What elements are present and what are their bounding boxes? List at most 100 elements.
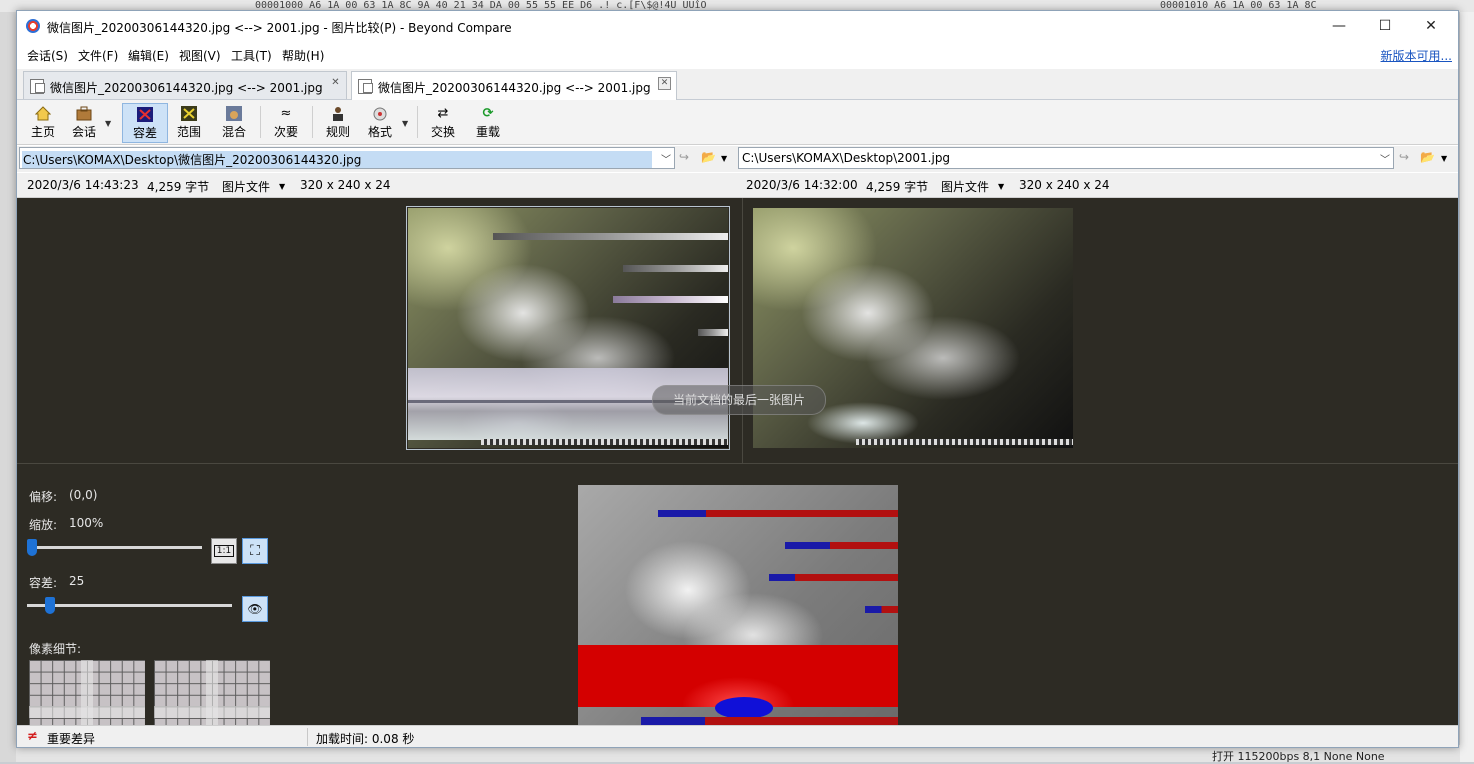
next-label: 次要 — [273, 125, 298, 139]
background-right-strip — [1460, 12, 1474, 762]
rules-label: 规则 — [325, 125, 350, 139]
toolbar-separator — [260, 106, 261, 138]
left-path-text: C:\Users\KOMAX\Desktop\微信图片_202003061443… — [22, 151, 652, 168]
left-file-type[interactable]: 图片文件 — [222, 178, 270, 195]
left-file-date: 2020/3/6 14:43:23 — [27, 178, 139, 192]
horizontal-splitter[interactable] — [17, 463, 1458, 464]
blend-icon — [226, 106, 242, 121]
tolerance-slider-track[interactable] — [27, 604, 232, 607]
status-bar: ≠ 重要差异 加载时间: 0.08 秒 — [17, 725, 1458, 747]
offset-label: 偏移: — [29, 490, 58, 504]
home-button[interactable]: 主页 — [26, 103, 60, 141]
approx-icon: ≈ — [280, 106, 292, 121]
blend-mode-button[interactable]: 混合 — [216, 103, 252, 141]
folder-dropdown-arrow[interactable]: ▼ — [1441, 154, 1447, 163]
right-path-input[interactable]: C:\Users\KOMAX\Desktop\2001.jpg ﹀ — [738, 147, 1394, 169]
tab-close-icon[interactable]: ✕ — [658, 77, 671, 90]
open-folder-icon[interactable]: 📂 — [701, 150, 716, 164]
toolbar-separator — [312, 106, 313, 138]
menu-view[interactable]: 视图(V) — [179, 47, 221, 64]
right-file-date: 2020/3/6 14:32:00 — [746, 178, 858, 192]
tab-label: 微信图片_20200306144320.jpg <--> 2001.jpg — [378, 81, 651, 95]
tab-strip: 微信图片_20200306144320.jpg <--> 2001.jpg ✕ … — [17, 69, 1458, 100]
menu-session[interactable]: 会话(S) — [27, 47, 68, 64]
menu-file[interactable]: 文件(F) — [78, 47, 118, 64]
session-dropdown-arrow[interactable]: ▼ — [105, 119, 111, 128]
menu-tools[interactable]: 工具(T) — [231, 47, 272, 64]
rules-button[interactable]: 规则 — [320, 103, 356, 141]
home-label: 主页 — [30, 125, 55, 139]
close-button[interactable]: ✕ — [1408, 11, 1454, 41]
briefcase-icon — [76, 106, 92, 121]
path-bar: C:\Users\KOMAX\Desktop\微信图片_202003061443… — [17, 146, 1458, 172]
tolerance-slider-thumb[interactable] — [45, 597, 55, 614]
pane-splitter[interactable] — [742, 198, 743, 463]
format-icon — [372, 106, 388, 121]
zoom-value: 100% — [69, 516, 104, 530]
right-file-type[interactable]: 图片文件 — [941, 178, 989, 195]
chevron-down-icon[interactable]: ﹀ — [661, 151, 671, 166]
load-time-status: 加载时间: 0.08 秒 — [316, 732, 415, 746]
new-version-link[interactable]: 新版本可用... — [1381, 47, 1452, 64]
tab-label: 微信图片_20200306144320.jpg <--> 2001.jpg — [50, 81, 323, 95]
left-type-dropdown-arrow[interactable]: ▼ — [279, 182, 285, 191]
referee-icon — [330, 106, 346, 121]
blend-label: 混合 — [221, 125, 246, 139]
image-compare-icon — [30, 79, 45, 94]
actual-size-icon: 1:1 — [213, 545, 235, 557]
image-viewer-area: 当前文档的最后一张图片 偏移: (0,0) 缩放: 100% 1:1 ⛶ 容差:… — [17, 198, 1458, 738]
tab-close-icon[interactable]: ✕ — [330, 77, 341, 88]
right-file-size: 4,259 字节 — [866, 180, 929, 194]
offset-value: (0,0) — [69, 488, 98, 502]
right-type-dropdown-arrow[interactable]: ▼ — [998, 182, 1004, 191]
maximize-button[interactable]: ☐ — [1362, 11, 1408, 41]
swap-label: 交换 — [430, 125, 455, 139]
range-label: 范围 — [176, 125, 201, 139]
zoom-slider-thumb[interactable] — [27, 539, 37, 556]
right-file-dims: 320 x 240 x 24 — [1019, 178, 1110, 192]
open-folder-icon[interactable]: 📂 — [1420, 150, 1435, 164]
range-icon — [181, 106, 197, 121]
app-logo-icon — [26, 19, 40, 33]
swap-button[interactable]: ⇄ 交换 — [425, 103, 461, 141]
format-dropdown-arrow[interactable]: ▼ — [402, 119, 408, 128]
minimize-button[interactable]: — — [1316, 11, 1362, 41]
left-path-input[interactable]: C:\Users\KOMAX\Desktop\微信图片_202003061443… — [19, 147, 675, 169]
zoom-label: 缩放: — [29, 518, 58, 532]
eye-icon: 👁 — [247, 602, 263, 616]
left-file-dims: 320 x 240 x 24 — [300, 178, 391, 192]
pixel-detail-label: 像素细节: — [29, 642, 82, 656]
swap-icon: ⇄ — [437, 106, 449, 121]
tolerance-label: 容差: — [29, 576, 58, 590]
title-bar: 微信图片_20200306144320.jpg <--> 2001.jpg - … — [17, 11, 1458, 41]
tab-session-2[interactable]: 微信图片_20200306144320.jpg <--> 2001.jpg ✕ — [351, 71, 677, 100]
window-title: 微信图片_20200306144320.jpg <--> 2001.jpg - … — [47, 21, 512, 35]
menu-edit[interactable]: 编辑(E) — [128, 47, 169, 64]
tab-session-1[interactable]: 微信图片_20200306144320.jpg <--> 2001.jpg ✕ — [23, 71, 347, 99]
session-button[interactable]: 会话 — [67, 103, 101, 141]
left-file-size: 4,259 字节 — [147, 180, 210, 194]
beyond-compare-window: 微信图片_20200306144320.jpg <--> 2001.jpg - … — [16, 10, 1459, 748]
chevron-down-icon[interactable]: ﹀ — [1380, 151, 1390, 166]
menu-help[interactable]: 帮助(H) — [282, 47, 324, 64]
history-back-icon[interactable]: ↪ — [679, 150, 689, 164]
tolerance-mode-button[interactable]: 容差 — [122, 103, 168, 143]
show-differences-button[interactable]: 👁 — [242, 596, 268, 622]
range-mode-button[interactable]: 范围 — [171, 103, 207, 141]
important-difference-icon: ≠ — [27, 729, 38, 744]
reload-label: 重载 — [475, 125, 500, 139]
reload-button[interactable]: ⟳ 重载 — [470, 103, 506, 141]
difference-image[interactable] — [578, 485, 898, 725]
difference-status: 重要差异 — [47, 732, 96, 746]
next-minor-button[interactable]: ≈ 次要 — [268, 103, 304, 141]
zoom-slider-track[interactable] — [27, 546, 202, 549]
tolerance-value: 25 — [69, 574, 85, 588]
folder-dropdown-arrow[interactable]: ▼ — [721, 154, 727, 163]
fit-to-window-button[interactable]: ⛶ — [242, 538, 268, 564]
menu-bar: 会话(S) 文件(F) 编辑(E) 视图(V) 工具(T) 帮助(H) 新版本可… — [17, 43, 1458, 65]
format-button[interactable]: 格式 — [362, 103, 398, 141]
home-icon — [34, 106, 52, 121]
history-back-icon[interactable]: ↪ — [1399, 150, 1409, 164]
toolbar-separator — [417, 106, 418, 138]
actual-size-button[interactable]: 1:1 — [211, 538, 237, 564]
